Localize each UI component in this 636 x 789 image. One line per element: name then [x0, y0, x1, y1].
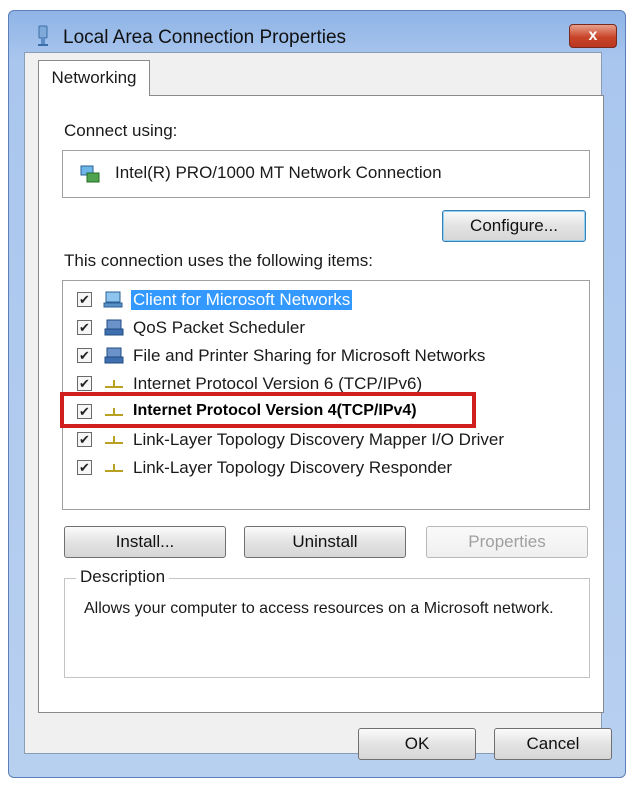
network-adapter-icon — [80, 165, 100, 183]
properties-button[interactable]: Properties — [426, 526, 588, 558]
list-item-label: File and Printer Sharing for Microsoft N… — [133, 346, 486, 365]
network-client-icon — [103, 291, 123, 308]
connect-using-label: Connect using: — [64, 121, 178, 140]
service-icon — [104, 347, 124, 364]
window-title: Local Area Connection Properties — [63, 27, 347, 48]
description-legend: Description — [76, 567, 170, 587]
items-section-label: This connection uses the following items… — [64, 251, 373, 270]
checkbox[interactable]: ✔ — [77, 376, 92, 391]
checkbox[interactable]: ✔ — [77, 320, 92, 335]
cancel-button[interactable]: Cancel — [494, 728, 612, 760]
list-item-label: Client for Microsoft Networks — [131, 290, 353, 310]
protocol-icon — [105, 436, 123, 444]
list-item-label: Link-Layer Topology Discovery Responder — [133, 458, 453, 477]
close-icon: x — [588, 27, 598, 44]
protocol-icon — [105, 380, 123, 388]
adapter-field: Intel(R) PRO/1000 MT Network Connection — [62, 150, 590, 198]
list-item-file-and-printer-sharing[interactable]: ✔ File and Printer Sharing for Microsoft… — [63, 343, 583, 369]
checkbox[interactable]: ✔ — [77, 348, 92, 363]
service-icon — [104, 319, 124, 336]
ipv4-highlight-annotation — [60, 392, 476, 428]
list-item-label: QoS Packet Scheduler — [133, 318, 305, 337]
description-group — [64, 578, 590, 678]
network-connection-icon — [38, 25, 48, 46]
description-text: Allows your computer to access resources… — [84, 600, 554, 617]
install-button[interactable]: Install... — [64, 526, 226, 558]
uninstall-button[interactable]: Uninstall — [244, 526, 406, 558]
list-item-label: Internet Protocol Version 6 (TCP/IPv6) — [133, 374, 423, 393]
close-button[interactable]: x — [569, 24, 617, 48]
list-item-label: Link-Layer Topology Discovery Mapper I/O… — [133, 430, 504, 449]
checkbox[interactable]: ✔ — [77, 432, 92, 447]
list-item-lltd-responder[interactable]: ✔ Link-Layer Topology Discovery Responde… — [63, 455, 583, 481]
configure-button[interactable]: Configure... — [442, 210, 586, 242]
ok-button[interactable]: OK — [358, 728, 476, 760]
checkbox[interactable]: ✔ — [77, 292, 92, 307]
list-item-client-for-microsoft-networks[interactable]: ✔ Client for Microsoft Networks — [63, 287, 583, 313]
adapter-name: Intel(R) PRO/1000 MT Network Connection — [115, 163, 442, 182]
checkbox[interactable]: ✔ — [77, 460, 92, 475]
list-item-qos-packet-scheduler[interactable]: ✔ QoS Packet Scheduler — [63, 315, 583, 341]
list-item-lltd-mapper[interactable]: ✔ Link-Layer Topology Discovery Mapper I… — [63, 427, 583, 453]
protocol-icon — [105, 464, 123, 472]
tab-networking[interactable]: Networking — [38, 60, 150, 96]
